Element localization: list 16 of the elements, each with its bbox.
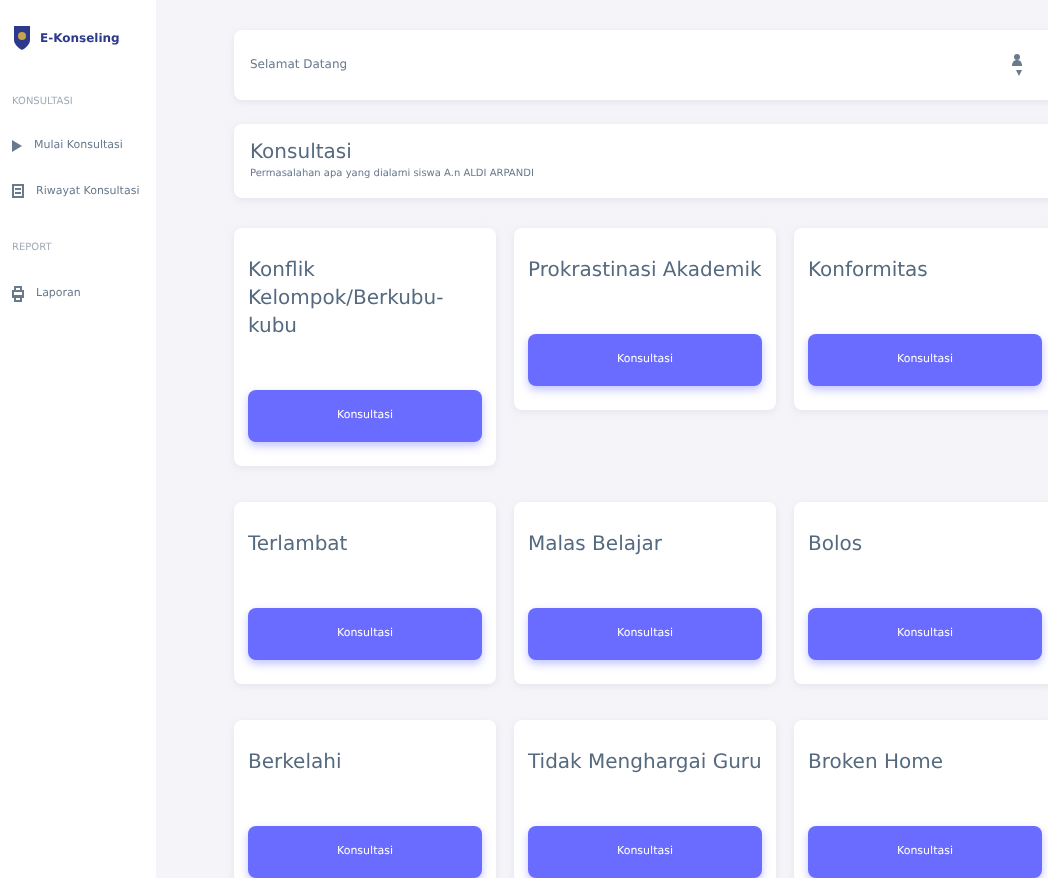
card-title: Konflik Kelompok/Berkubu-kubu — [248, 258, 446, 342]
list-icon — [12, 184, 24, 198]
card-title: Malas Belajar — [528, 532, 664, 560]
card-title: Berkelahi — [248, 750, 344, 778]
card-title: Konformitas — [808, 258, 930, 286]
caret-icon[interactable] — [1016, 70, 1022, 76]
user-icon[interactable] — [1012, 54, 1022, 66]
card-title: Tidak Menghargai Guru — [528, 750, 762, 778]
printer-icon — [12, 286, 24, 302]
card-title: Terlambat — [248, 532, 350, 560]
card-title: Prokrastinasi Akademik — [528, 258, 762, 286]
card-title: Broken Home — [808, 750, 946, 778]
page-title: Konsultasi — [250, 142, 354, 164]
card-title: Bolos — [808, 532, 865, 560]
play-icon — [12, 140, 22, 152]
shield-logo-icon — [12, 24, 32, 52]
